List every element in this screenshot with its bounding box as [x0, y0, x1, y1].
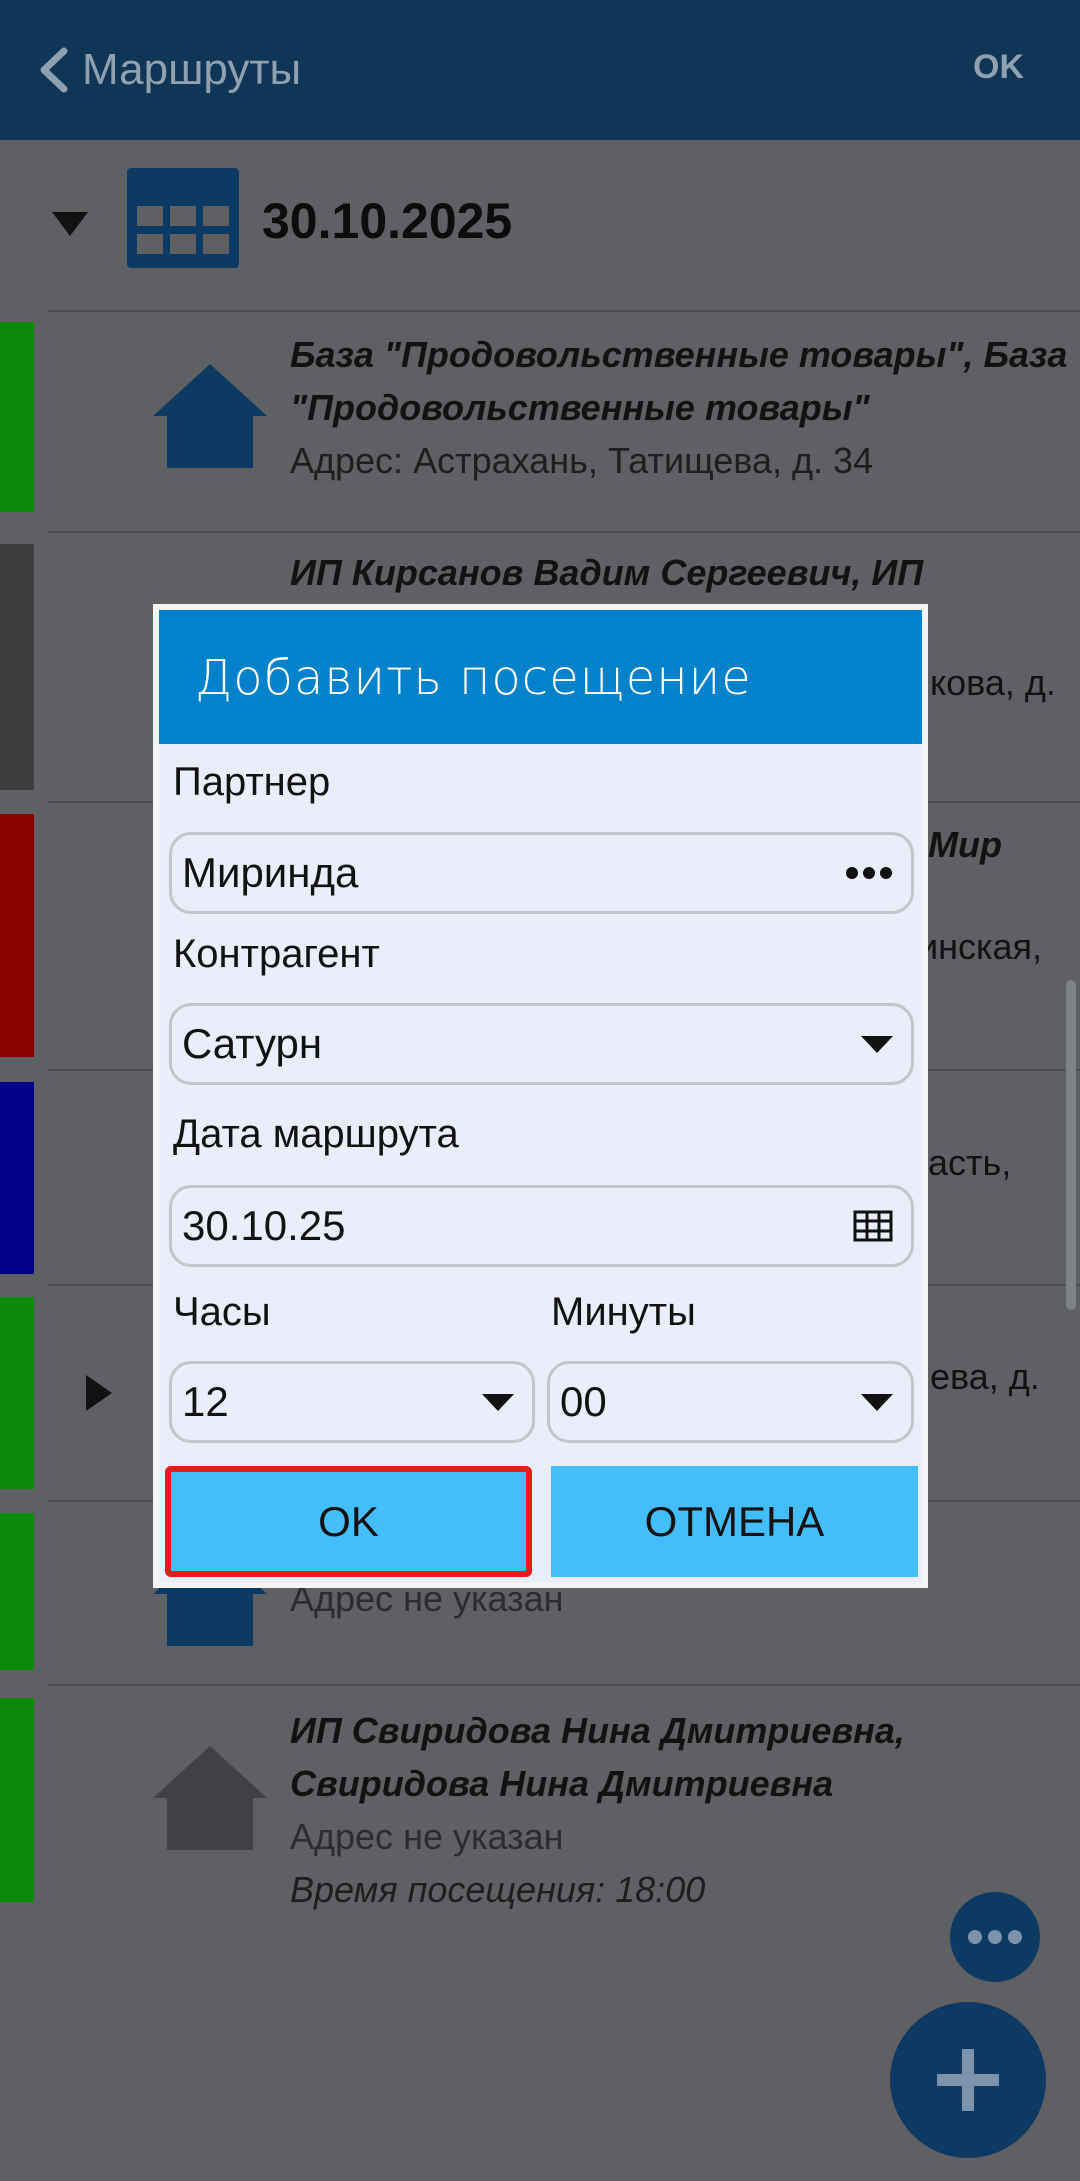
hours-value: 12	[182, 1378, 229, 1425]
collapse-triangle-icon[interactable]	[52, 212, 88, 236]
contractor-label: Контрагент	[173, 932, 380, 976]
header-ok-button[interactable]: OK	[973, 48, 1024, 87]
item-title: База "Продовольственные товары", База "П…	[290, 334, 1068, 428]
list-item[interactable]: База "Продовольственные товары", База "П…	[290, 328, 1070, 487]
item-title: ИП Кирсанов Вадим Сергеевич, ИП	[290, 552, 924, 593]
contractor-value: Сатурн	[182, 1020, 323, 1067]
minutes-value: 00	[560, 1378, 607, 1425]
hours-dropdown[interactable]: 12	[169, 1361, 535, 1443]
date-value: 30.10.25	[182, 1202, 346, 1249]
add-fab-button[interactable]	[890, 2002, 1046, 2158]
background-text: Мир	[928, 824, 1002, 865]
list-item[interactable]: ИП Свиридова Нина Дмитриевна, Свиридова …	[290, 1704, 1070, 1916]
ok-button[interactable]: OK	[165, 1466, 532, 1577]
back-label: Маршруты	[82, 45, 302, 94]
group-date: 30.10.2025	[262, 193, 513, 249]
item-title: ИП Свиридова Нина Дмитриевна, Свиридова …	[290, 1710, 905, 1804]
divider	[48, 1684, 1080, 1686]
dialog-header: Добавить посещение	[159, 610, 922, 744]
add-visit-dialog: Добавить посещение Партнер Миринда Контр…	[153, 604, 928, 1588]
more-dots-icon	[968, 1930, 1022, 1944]
partner-label: Партнер	[173, 760, 331, 804]
background-text: инская,	[918, 926, 1043, 967]
item-address: Адрес не указан	[290, 1816, 564, 1857]
minutes-label: Минуты	[551, 1290, 696, 1334]
chevron-left-icon	[40, 47, 68, 93]
item-address: Адрес: Астрахань, Татищева, д. 34	[290, 440, 874, 481]
back-button[interactable]: Маршруты	[36, 40, 301, 100]
background-text: ева, д.	[930, 1356, 1040, 1397]
date-group-header[interactable]: 30.10.2025	[0, 140, 1080, 310]
house-icon	[153, 1746, 267, 1850]
status-stripe	[0, 1297, 34, 1489]
date-field[interactable]: 30.10.25	[169, 1185, 914, 1267]
background-text: кова, д.	[930, 662, 1056, 703]
house-icon	[153, 364, 267, 468]
minutes-dropdown[interactable]: 00	[547, 1361, 914, 1443]
dropdown-arrow-icon	[482, 1393, 514, 1411]
calendar-grid-icon[interactable]	[853, 1210, 893, 1242]
more-fab-button[interactable]	[950, 1892, 1040, 1982]
status-stripe	[0, 1698, 34, 1902]
status-stripe	[0, 544, 34, 790]
app-bar: Маршруты OK	[0, 0, 1080, 140]
list-item[interactable]: ИП Кирсанов Вадим Сергеевич, ИП	[290, 546, 1070, 599]
more-dots-icon[interactable]	[845, 866, 893, 880]
scrollbar[interactable]	[1066, 980, 1076, 1310]
status-stripe	[0, 1082, 34, 1274]
dropdown-arrow-icon	[861, 1393, 893, 1411]
calendar-icon	[127, 168, 239, 268]
hours-label: Часы	[173, 1290, 271, 1334]
status-stripe	[0, 1513, 34, 1670]
divider	[48, 310, 1080, 312]
background-text: асть,	[928, 1142, 1012, 1183]
plus-icon	[937, 2049, 999, 2111]
dialog-title: Добавить посещение	[195, 650, 752, 706]
status-stripe	[0, 814, 34, 1057]
expand-triangle-icon[interactable]	[86, 1375, 112, 1411]
status-stripe	[0, 322, 34, 512]
item-visit-time: Время посещения: 18:00	[290, 1869, 706, 1910]
partner-field[interactable]: Миринда	[169, 832, 914, 914]
date-label: Дата маршрута	[173, 1112, 459, 1156]
cancel-button[interactable]: ОТМЕНА	[551, 1466, 918, 1577]
dropdown-arrow-icon	[861, 1035, 893, 1053]
contractor-dropdown[interactable]: Сатурн	[169, 1003, 914, 1085]
divider	[48, 531, 1080, 533]
partner-value: Миринда	[182, 849, 359, 896]
